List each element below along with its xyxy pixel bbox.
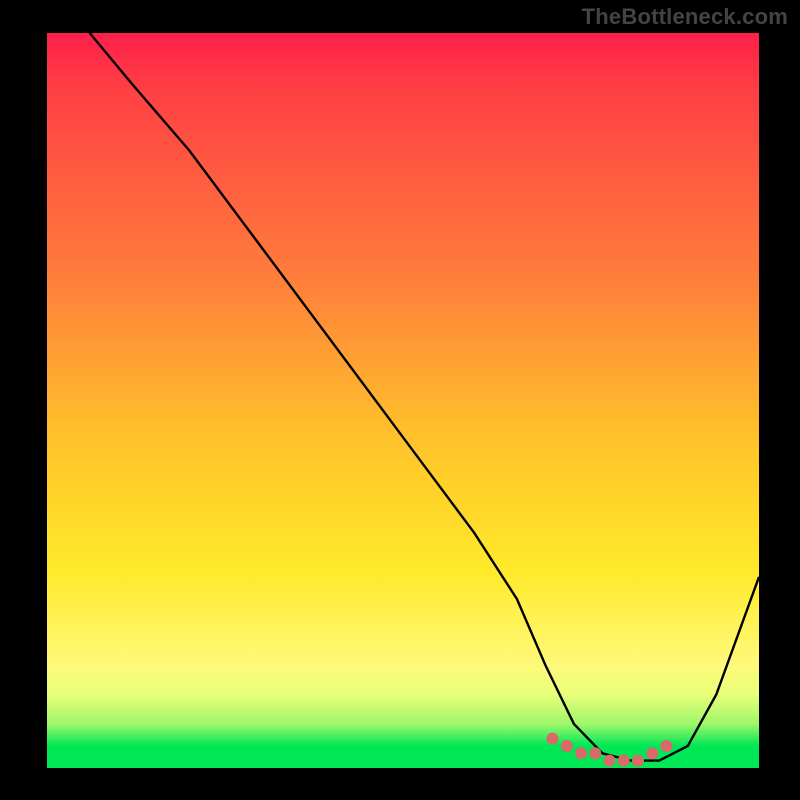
marker-dot: [646, 747, 658, 759]
marker-dot: [632, 755, 644, 767]
marker-dot: [618, 755, 630, 767]
bottleneck-curve: [90, 33, 759, 761]
marker-dot: [575, 747, 587, 759]
marker-dot: [604, 755, 616, 767]
chart-svg: [47, 33, 759, 768]
marker-dot: [589, 747, 601, 759]
plot-area: [47, 33, 759, 768]
marker-dot: [660, 740, 672, 752]
chart-frame: TheBottleneck.com: [0, 0, 800, 800]
marker-dot: [547, 733, 559, 745]
watermark-text: TheBottleneck.com: [582, 4, 788, 30]
marker-dot: [561, 740, 573, 752]
